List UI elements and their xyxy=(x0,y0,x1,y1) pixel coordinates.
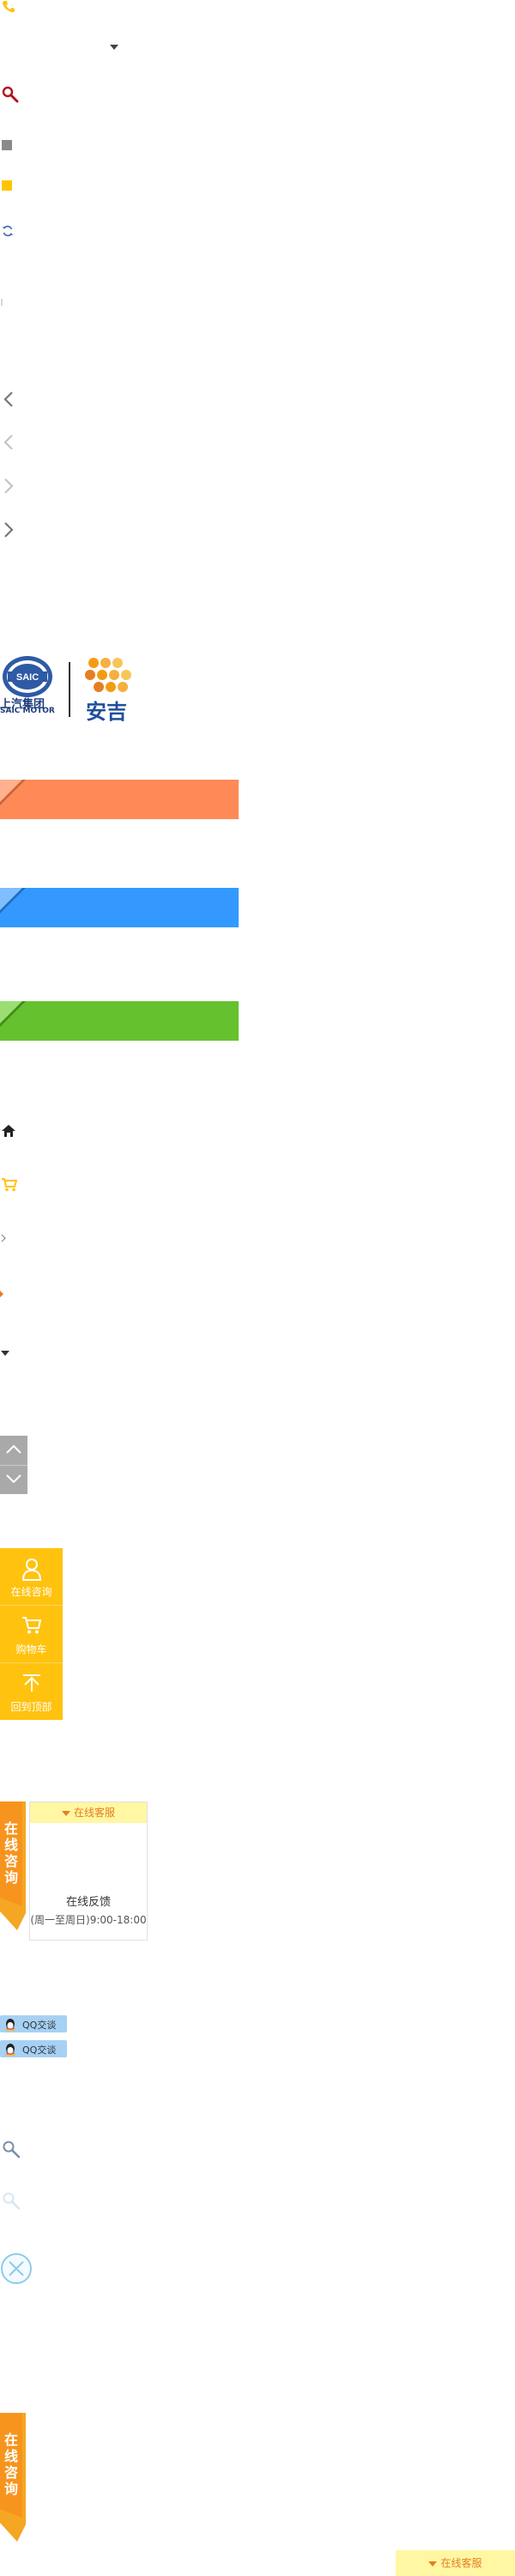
consult-panel-header-label: 在线客服 xyxy=(73,1807,115,1819)
fold-corner-icon xyxy=(0,780,26,805)
search-icon[interactable] xyxy=(2,2140,21,2159)
qq-chat-label: QQ交谈 xyxy=(22,2020,57,2031)
search-light-icon[interactable] xyxy=(2,2191,21,2210)
sidebar-item-cart[interactable]: 购物车 xyxy=(0,1606,63,1662)
consult-panel: 在线客服 在线反馈 (周一至周日)9:00-18:00 xyxy=(29,1801,148,1941)
scroll-up-icon[interactable] xyxy=(5,1444,22,1455)
caret-down-small-icon[interactable] xyxy=(1,1351,9,1356)
svg-text:SAIC: SAIC xyxy=(16,672,39,683)
chevron-left-light-icon[interactable] xyxy=(2,434,15,451)
online-service-label: 在线客服 xyxy=(440,2557,482,2569)
banner-orange[interactable] xyxy=(0,780,239,819)
consult-vertical-tab[interactable]: 在线咨询 xyxy=(0,1801,29,1930)
saic-en-label: SAIC MOTOR xyxy=(0,707,55,715)
consult-title: 在线反馈 xyxy=(65,1896,111,1909)
caret-down-icon xyxy=(61,1810,70,1816)
sidebar-item-label: 在线咨询 xyxy=(10,1586,52,1598)
qq-chat-label: QQ交谈 xyxy=(22,2044,57,2056)
search-icon[interactable] xyxy=(2,86,19,103)
fold-corner-icon xyxy=(0,888,26,914)
chevron-right-light-icon[interactable] xyxy=(2,477,15,495)
qq-chat-button[interactable]: QQ交谈 xyxy=(0,2015,67,2032)
brand-logo: SAIC 上汽集团 SAIC MOTOR 安吉 xyxy=(0,655,141,726)
cart-icon[interactable] xyxy=(2,1178,17,1192)
chevron-right-icon[interactable] xyxy=(2,521,15,538)
caret-down-icon[interactable] xyxy=(110,45,118,50)
sidebar-item-label: 回到顶部 xyxy=(10,1701,52,1713)
scroll-control xyxy=(0,1436,27,1494)
sidebar-item-consult[interactable]: 在线咨询 xyxy=(0,1548,63,1605)
qq-penguin-icon xyxy=(5,2044,15,2056)
consult-panel-header[interactable]: 在线客服 xyxy=(30,1802,147,1823)
close-icon[interactable] xyxy=(0,2251,34,2286)
chevron-left-icon[interactable] xyxy=(2,391,15,408)
home-icon[interactable] xyxy=(2,1125,15,1137)
banner-blue[interactable] xyxy=(0,888,239,927)
anji-label: 安吉 xyxy=(86,700,127,724)
qq-chat-button[interactable]: QQ交谈 xyxy=(0,2040,67,2057)
back-to-top-icon xyxy=(23,1674,40,1692)
consult-vertical-label: 在线咨询 xyxy=(4,1820,19,1886)
phone-icon xyxy=(3,1,15,13)
fold-corner-icon xyxy=(0,1001,26,1027)
cart-icon xyxy=(22,1617,41,1634)
yellow-square-icon xyxy=(2,180,12,191)
divider-mark xyxy=(1,299,3,306)
refresh-icon[interactable] xyxy=(2,225,14,237)
online-service-bar[interactable]: 在线客服 xyxy=(396,2550,515,2576)
consult-hours: (周一至周日)9:00-18:00 xyxy=(30,1914,147,1926)
chevron-right-small-icon[interactable] xyxy=(1,1234,6,1242)
banner-green[interactable] xyxy=(0,1001,239,1041)
user-icon xyxy=(22,1558,41,1581)
gray-square-icon xyxy=(2,140,12,150)
anji-dots-icon xyxy=(85,658,131,692)
scroll-down-icon[interactable] xyxy=(5,1473,22,1484)
consult-vertical-label: 在线咨询 xyxy=(4,2432,19,2497)
orange-marker-icon xyxy=(0,1291,3,1297)
sidebar-item-back-to-top[interactable]: 回到顶部 xyxy=(0,1663,63,1720)
logo-divider xyxy=(69,662,70,717)
float-sidebar: 在线咨询 购物车 回到顶部 xyxy=(0,1548,63,1720)
qq-penguin-icon xyxy=(5,2019,15,2031)
scroll-divider xyxy=(0,1465,27,1466)
sidebar-item-label: 购物车 xyxy=(15,1643,47,1656)
consult-vertical-tab-bottom[interactable]: 在线咨询 xyxy=(0,2413,29,2542)
caret-down-icon xyxy=(428,2561,438,2567)
